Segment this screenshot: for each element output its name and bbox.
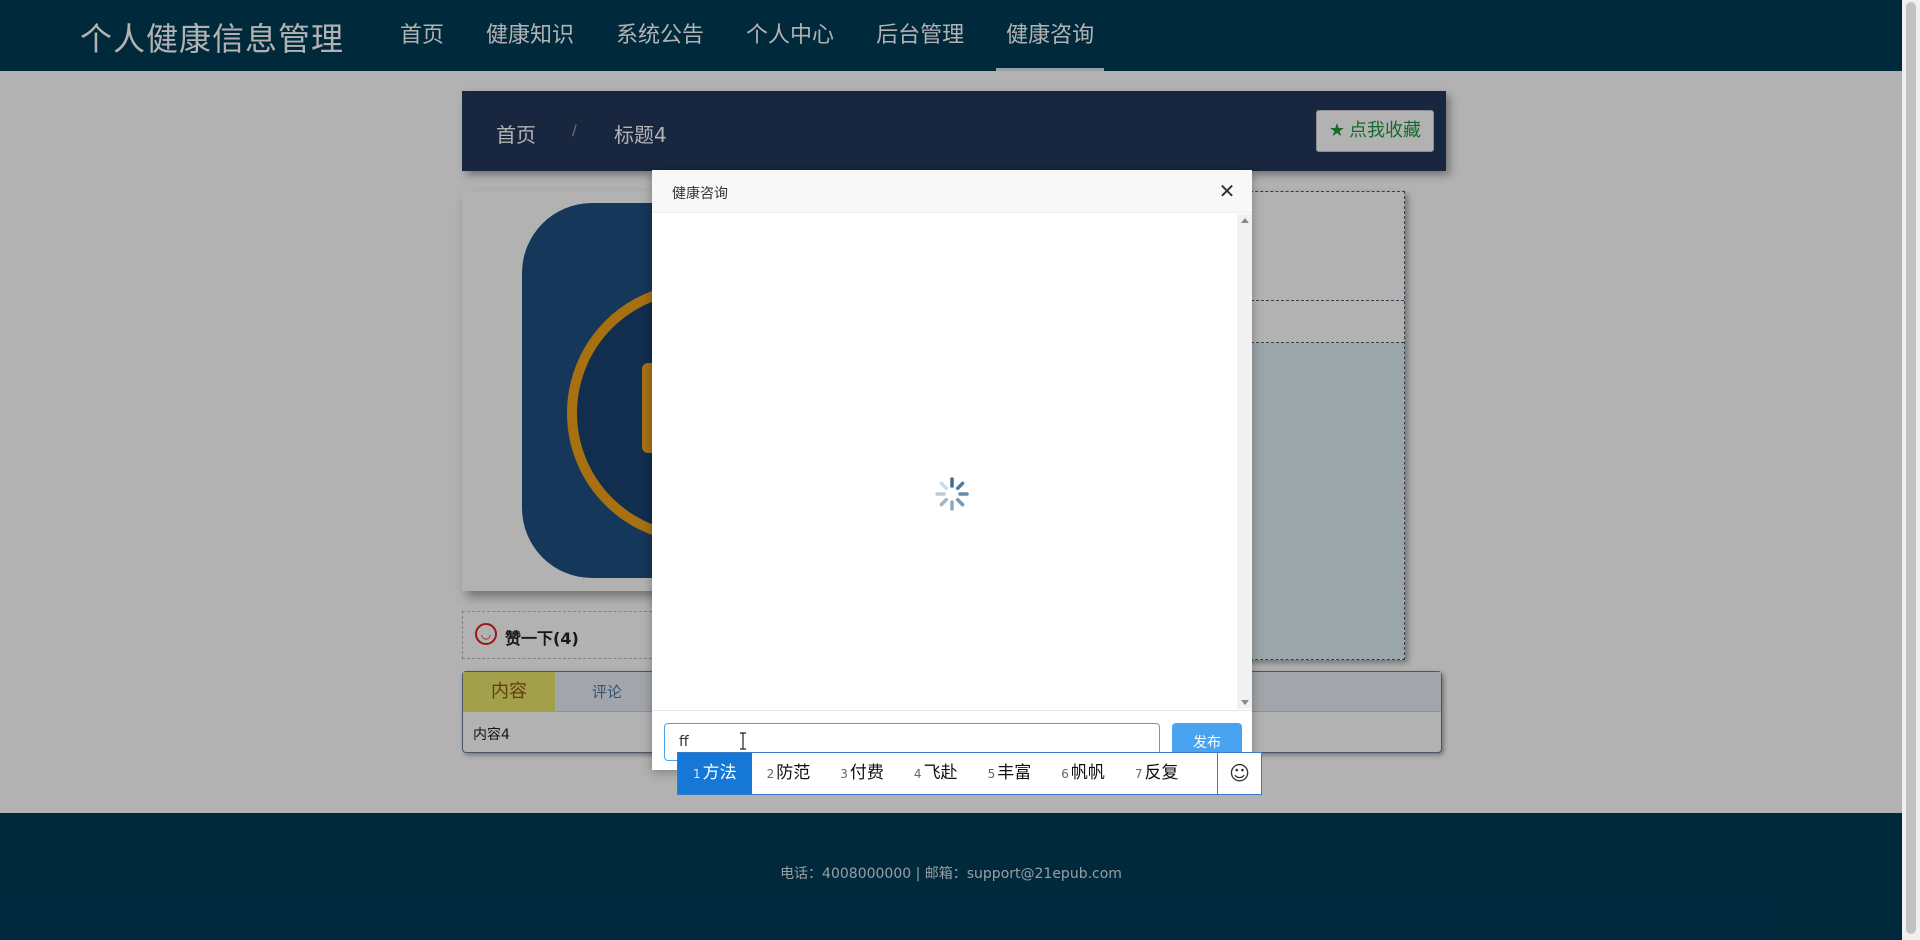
- chat-scrollbar[interactable]: [1237, 214, 1252, 709]
- ime-candidate[interactable]: 6 帆帆: [1046, 753, 1120, 794]
- consult-modal: 健康咨询 ✕ ff 发布: [652, 170, 1252, 770]
- ime-candidate[interactable]: 2 防范: [752, 753, 826, 794]
- page-scrollbar[interactable]: [1902, 0, 1920, 940]
- scroll-up-icon[interactable]: [1241, 218, 1249, 223]
- page-scrollbar-thumb[interactable]: [1906, 2, 1916, 934]
- emoji-icon[interactable]: ☺: [1217, 753, 1261, 794]
- ime-candidate[interactable]: 7 反复: [1120, 753, 1194, 794]
- ime-candidate-bar: 1 方法 2 防范 3 付费 4 飞赴 5 丰富 6 帆帆 7 反复 ☺: [677, 752, 1262, 795]
- modal-title: 健康咨询: [672, 186, 728, 202]
- ime-candidate[interactable]: 4 飞赴: [899, 753, 973, 794]
- text-cursor-icon: [740, 732, 746, 750]
- ime-candidate[interactable]: 5 丰富: [973, 753, 1047, 794]
- ime-candidate[interactable]: 1 方法: [678, 753, 752, 794]
- chat-messages-area: [652, 214, 1237, 709]
- ime-candidate[interactable]: 3 付费: [825, 753, 899, 794]
- scroll-down-icon[interactable]: [1241, 700, 1249, 705]
- modal-header: 健康咨询 ✕: [652, 170, 1252, 213]
- close-icon[interactable]: ✕: [1216, 180, 1238, 202]
- spinner-icon: [935, 477, 969, 511]
